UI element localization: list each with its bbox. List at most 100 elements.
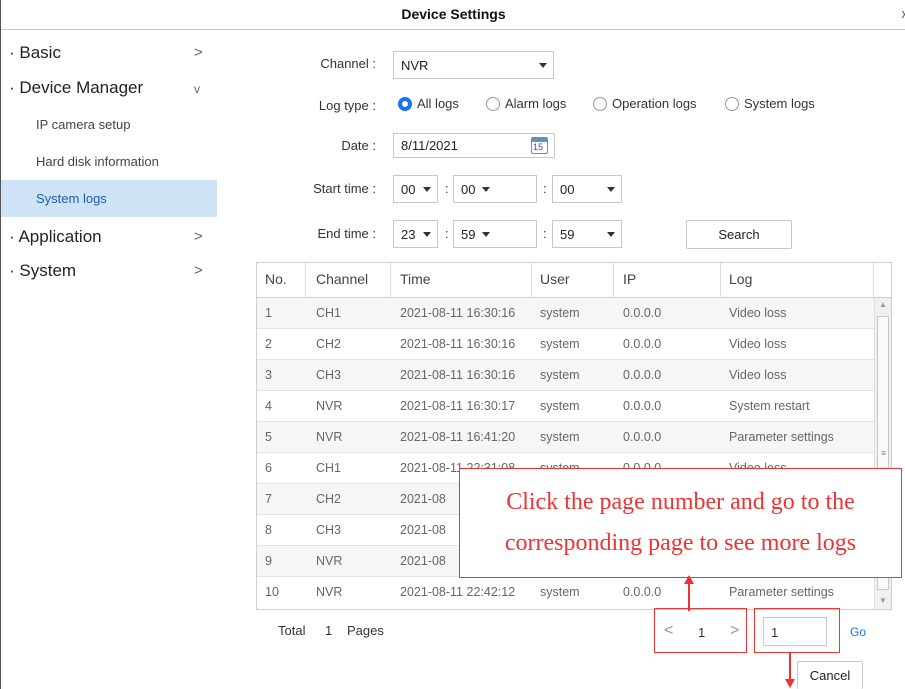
cell-channel: NVR — [316, 399, 343, 413]
window-title: Device Settings — [401, 6, 506, 22]
cell-log: Parameter settings — [729, 430, 834, 444]
cell-channel: CH2 — [316, 492, 342, 506]
column-header-time: Time — [400, 271, 431, 287]
date-input[interactable]: 8/11/2021 15 — [393, 133, 555, 158]
cell-user: system — [540, 368, 580, 382]
sidebar-item-label: · Application — [9, 227, 102, 246]
close-icon[interactable]: x — [902, 6, 905, 21]
table-row[interactable]: 3 CH3 2021-08-11 16:30:16 system 0.0.0.0… — [257, 360, 874, 391]
radio-label: All logs — [417, 96, 459, 111]
table-row[interactable]: 2 CH2 2021-08-11 16:30:16 system 0.0.0.0… — [257, 329, 874, 360]
cell-channel: CH3 — [316, 368, 342, 382]
calendar-day: 15 — [533, 142, 544, 152]
cell-time: 2021-08-11 16:41:20 — [400, 430, 516, 444]
cell-time: 2021-08 — [400, 554, 446, 568]
caret-down-icon — [482, 232, 490, 237]
table-row[interactable]: 1 CH1 2021-08-11 16:30:16 system 0.0.0.0… — [257, 298, 874, 329]
start-time-label: Start time : — [313, 181, 376, 196]
chevron-right-icon[interactable]: > — [730, 622, 739, 640]
column-header-ip: IP — [623, 271, 637, 287]
radio-empty-icon — [486, 97, 500, 111]
table-row[interactable]: 5 NVR 2021-08-11 16:41:20 system 0.0.0.0… — [257, 422, 874, 453]
cell-ip: 0.0.0.0 — [623, 368, 662, 382]
sidebar-item-hard-disk-information[interactable]: Hard disk information — [1, 143, 217, 180]
column-divider — [613, 263, 614, 298]
scroll-down-icon[interactable]: ▼ — [879, 596, 887, 605]
goto-page-input[interactable]: 1 — [763, 617, 827, 646]
end-minute-select[interactable]: 59 — [453, 220, 537, 248]
radio-label: Alarm logs — [505, 96, 567, 111]
table-row[interactable]: 10 NVR 2021-08-11 22:42:12 system 0.0.0.… — [257, 577, 874, 608]
end-time-label: End time : — [317, 226, 376, 241]
start-second-select[interactable]: 00 — [552, 175, 622, 203]
chevron-right-icon: > — [194, 228, 203, 245]
cell-no: 1 — [265, 306, 272, 320]
arrow-down-icon — [785, 679, 795, 688]
sidebar-item-basic[interactable]: · Basic > — [1, 39, 217, 67]
time-separator: : — [543, 181, 547, 196]
scroll-up-icon[interactable]: ▲ — [879, 300, 887, 309]
end-hour-select[interactable]: 23 — [393, 220, 438, 248]
cell-ip: 0.0.0.0 — [623, 430, 662, 444]
caret-down-icon — [539, 63, 547, 68]
start-minute-select[interactable]: 00 — [453, 175, 537, 203]
sidebar-item-application[interactable]: · Application > — [1, 223, 217, 251]
cell-ip: 0.0.0.0 — [623, 399, 662, 413]
sidebar: · Basic > · Device Manager v IP camera s… — [1, 31, 217, 689]
column-divider — [720, 263, 721, 298]
cell-no: 9 — [265, 554, 272, 568]
time-separator: : — [445, 181, 449, 196]
radio-selected-icon — [398, 97, 412, 111]
annotation-line-2: corresponding page to see more logs — [504, 530, 857, 556]
cell-time: 2021-08-11 16:30:16 — [400, 337, 516, 351]
cell-no: 7 — [265, 492, 272, 506]
cell-channel: NVR — [316, 430, 343, 444]
sidebar-item-label: Hard disk information — [36, 154, 159, 169]
cell-channel: NVR — [316, 585, 343, 599]
chevron-right-icon: > — [194, 262, 203, 279]
end-minute-value: 59 — [461, 227, 476, 242]
column-header-log: Log — [729, 271, 753, 287]
cancel-button[interactable]: Cancel — [797, 661, 863, 689]
sidebar-item-device-manager[interactable]: · Device Manager v — [1, 74, 217, 102]
cell-log: Video loss — [729, 337, 787, 351]
start-hour-select[interactable]: 00 — [393, 175, 438, 203]
cell-channel: NVR — [316, 554, 343, 568]
calendar-icon[interactable]: 15 — [531, 137, 548, 154]
cell-user: system — [540, 399, 580, 413]
column-header-channel: Channel — [316, 271, 369, 287]
cell-log: Video loss — [729, 306, 787, 320]
sidebar-item-ip-camera-setup[interactable]: IP camera setup — [1, 106, 217, 143]
end-second-select[interactable]: 59 — [552, 220, 622, 248]
sidebar-item-label: System logs — [36, 191, 107, 206]
go-button[interactable]: Go — [850, 625, 866, 639]
page-number-button[interactable]: 1 — [698, 625, 705, 640]
sidebar-item-system[interactable]: · System > — [1, 257, 217, 285]
radio-label: System logs — [744, 96, 815, 111]
table-row[interactable]: 4 NVR 2021-08-11 16:30:17 system 0.0.0.0… — [257, 391, 874, 422]
chevron-right-icon: > — [194, 44, 203, 61]
log-type-label: Log type : — [318, 98, 376, 113]
sidebar-item-label: · System — [9, 261, 77, 280]
search-button[interactable]: Search — [686, 220, 792, 249]
cell-user: system — [540, 337, 580, 351]
channel-value: NVR — [401, 58, 429, 73]
title-bar: Device Settings x — [1, 0, 905, 30]
cell-ip: 0.0.0.0 — [623, 585, 662, 599]
column-divider — [305, 263, 306, 298]
channel-label: Channel : — [320, 56, 376, 71]
cell-no: 4 — [265, 399, 272, 413]
caret-down-icon — [423, 232, 431, 237]
sidebar-item-label: IP camera setup — [36, 117, 131, 132]
cell-channel: CH2 — [316, 337, 342, 351]
cell-no: 5 — [265, 430, 272, 444]
total-label: Total — [278, 623, 306, 638]
chevron-left-icon[interactable]: < — [664, 622, 673, 640]
cell-ip: 0.0.0.0 — [623, 306, 662, 320]
cell-channel: CH1 — [316, 306, 342, 320]
end-second-value: 59 — [560, 227, 575, 242]
column-header-no: No. — [265, 271, 287, 287]
sidebar-item-system-logs[interactable]: System logs — [1, 180, 217, 217]
channel-select[interactable]: NVR — [393, 51, 554, 79]
annotation-line-1: Click the page number and go to the — [506, 489, 855, 515]
